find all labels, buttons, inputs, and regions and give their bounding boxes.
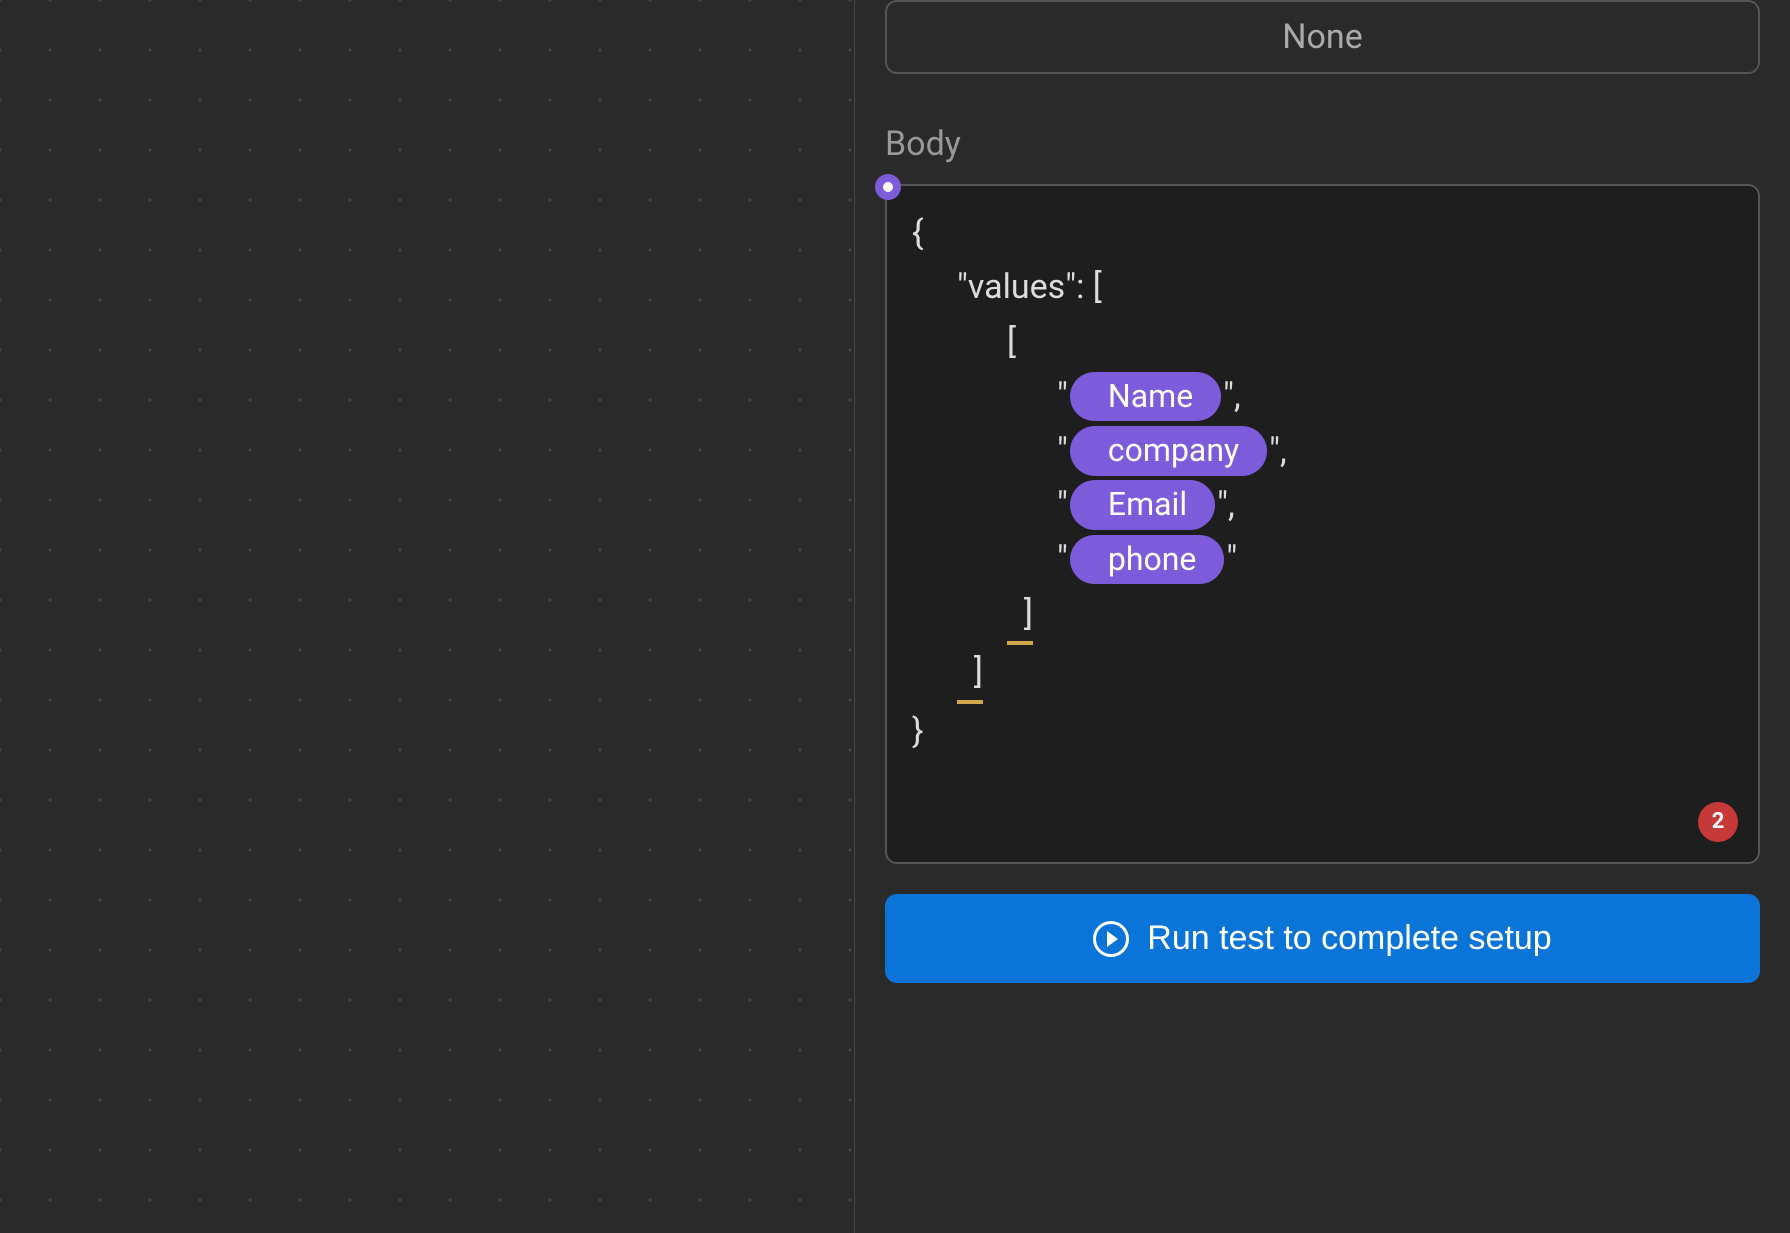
code-line: } — [912, 704, 1733, 758]
lint-underline: ] — [1007, 587, 1033, 645]
code-line: "phone" — [912, 532, 1733, 586]
run-test-button[interactable]: Run test to complete setup — [885, 894, 1760, 983]
code-line: "company", — [912, 424, 1733, 478]
variable-pill-email[interactable]: Email — [1070, 480, 1215, 530]
body-section-label: Body — [885, 124, 1760, 164]
config-panel: None Body { "values": [ [ "Name", "compa… — [855, 0, 1790, 1233]
code-line: "Email", — [912, 478, 1733, 532]
variable-pill-name[interactable]: Name — [1070, 372, 1221, 422]
run-button-label: Run test to complete setup — [1147, 919, 1551, 958]
body-container: { "values": [ [ "Name", "company", "Emai… — [885, 184, 1760, 864]
none-label: None — [1282, 17, 1362, 57]
code-line: ] — [912, 587, 1733, 645]
body-code-editor[interactable]: { "values": [ [ "Name", "company", "Emai… — [885, 184, 1760, 864]
code-line: "Name", — [912, 369, 1733, 423]
code-line: ] — [912, 645, 1733, 703]
variable-pill-phone[interactable]: phone — [1070, 535, 1224, 585]
play-circle-icon — [1093, 921, 1129, 957]
code-line: [ — [912, 315, 1733, 369]
none-selector-box[interactable]: None — [885, 0, 1760, 74]
error-count-badge[interactable]: 2 — [1698, 802, 1738, 842]
json-key: "values" — [957, 260, 1076, 314]
variable-pill-company[interactable]: company — [1070, 426, 1267, 476]
error-count: 2 — [1712, 804, 1725, 839]
canvas-area[interactable] — [0, 0, 855, 1233]
code-line: { — [912, 206, 1733, 260]
body-radio-indicator[interactable] — [875, 174, 901, 200]
lint-underline: ] — [957, 645, 983, 703]
code-line: "values": [ — [912, 260, 1733, 314]
